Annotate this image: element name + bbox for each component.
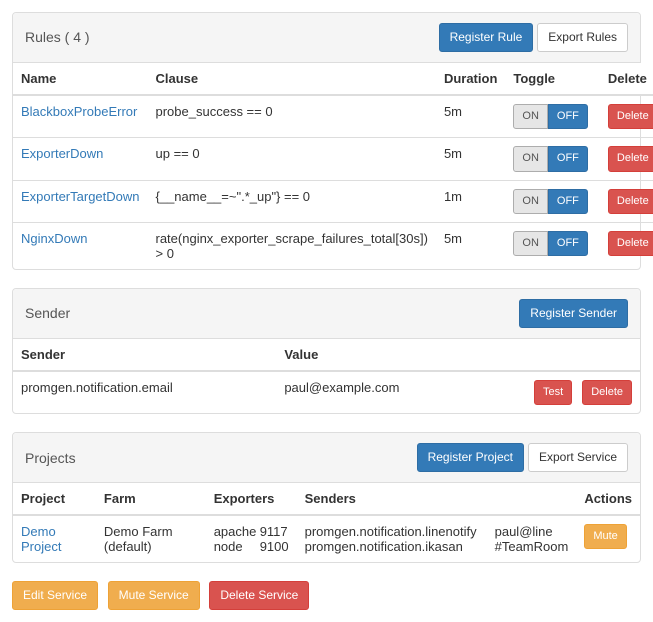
- toggle-off-button[interactable]: OFF: [548, 231, 588, 256]
- col-clause: Clause: [148, 63, 436, 95]
- rule-clause: up == 0: [148, 138, 436, 180]
- project-senders: promgen.notification.linenotifypaul@line…: [297, 515, 577, 562]
- rule-duration: 5m: [436, 95, 505, 138]
- toggle-on-button[interactable]: ON: [513, 146, 548, 171]
- rule-clause: probe_success == 0: [148, 95, 436, 138]
- toggle-off-button[interactable]: OFF: [548, 189, 588, 214]
- rules-table: Name Clause Duration Toggle Delete Black…: [13, 63, 653, 269]
- register-sender-button[interactable]: Register Sender: [519, 299, 628, 328]
- test-sender-button[interactable]: Test: [534, 380, 572, 405]
- table-row: ExporterTargetDown {__name__=~".*_up"} =…: [13, 180, 653, 222]
- service-footer-actions: Edit Service Mute Service Delete Service: [12, 581, 641, 610]
- project-sender-value: paul@line: [495, 524, 553, 539]
- exporter-name: apache: [214, 524, 258, 539]
- col-exporters: Exporters: [206, 483, 297, 515]
- delete-rule-button[interactable]: Delete: [608, 189, 653, 214]
- delete-rule-button[interactable]: Delete: [608, 146, 653, 171]
- delete-sender-button[interactable]: Delete: [582, 380, 632, 405]
- project-sender-value: #TeamRoom: [495, 539, 569, 554]
- export-service-button[interactable]: Export Service: [528, 443, 628, 472]
- project-sender-name: promgen.notification.linenotify: [305, 524, 495, 539]
- rule-clause: rate(nginx_exporter_scrape_failures_tota…: [148, 222, 436, 269]
- sender-value: paul@example.com: [276, 371, 490, 413]
- toggle-on-button[interactable]: ON: [513, 231, 548, 256]
- rule-name-link[interactable]: NginxDown: [21, 231, 87, 246]
- table-row: BlackboxProbeError probe_success == 0 5m…: [13, 95, 653, 138]
- sender-title: Sender: [25, 305, 70, 321]
- rule-name-link[interactable]: ExporterDown: [21, 146, 103, 161]
- project-link[interactable]: Demo Project: [21, 524, 61, 554]
- col-sender: Sender: [13, 339, 276, 371]
- sender-table: Sender Value promgen.notification.email …: [13, 339, 640, 413]
- sender-panel: Sender Register Sender Sender Value prom…: [12, 288, 641, 414]
- export-rules-button[interactable]: Export Rules: [537, 23, 628, 52]
- project-farm: Demo Farm (default): [96, 515, 206, 562]
- toggle-on-button[interactable]: ON: [513, 104, 548, 129]
- toggle-off-button[interactable]: OFF: [548, 146, 588, 171]
- edit-service-button[interactable]: Edit Service: [12, 581, 98, 610]
- rules-title: Rules ( 4 ): [25, 29, 90, 45]
- exporter-name: node: [214, 539, 258, 554]
- table-row: Demo Project Demo Farm (default) apache9…: [13, 515, 640, 562]
- rule-name-link[interactable]: ExporterTargetDown: [21, 189, 140, 204]
- col-actions: Actions: [576, 483, 640, 515]
- delete-rule-button[interactable]: Delete: [608, 104, 653, 129]
- register-rule-button[interactable]: Register Rule: [439, 23, 534, 52]
- mute-project-button[interactable]: Mute: [584, 524, 626, 549]
- col-value: Value: [276, 339, 640, 371]
- col-name: Name: [13, 63, 148, 95]
- col-toggle: Toggle: [505, 63, 600, 95]
- projects-title: Projects: [25, 450, 76, 466]
- projects-table: Project Farm Exporters Senders Actions D…: [13, 483, 640, 562]
- col-delete: Delete: [600, 63, 653, 95]
- sender-name: promgen.notification.email: [13, 371, 276, 413]
- table-row: promgen.notification.email paul@example.…: [13, 371, 640, 413]
- rule-duration: 5m: [436, 222, 505, 269]
- toggle-off-button[interactable]: OFF: [548, 104, 588, 129]
- col-duration: Duration: [436, 63, 505, 95]
- delete-service-button[interactable]: Delete Service: [209, 581, 309, 610]
- col-farm: Farm: [96, 483, 206, 515]
- mute-service-button[interactable]: Mute Service: [108, 581, 200, 610]
- col-senders: Senders: [297, 483, 577, 515]
- table-row: ExporterDown up == 0 5m ON OFF Delete: [13, 138, 653, 180]
- exporter-port: 9100: [260, 539, 289, 554]
- rule-clause: {__name__=~".*_up"} == 0: [148, 180, 436, 222]
- projects-heading: Projects Register Project Export Service: [13, 433, 640, 483]
- project-exporters: apache9117 node9100: [206, 515, 297, 562]
- exporter-port: 9117: [260, 524, 288, 539]
- register-project-button[interactable]: Register Project: [417, 443, 524, 472]
- rule-duration: 5m: [436, 138, 505, 180]
- rules-panel: Rules ( 4 ) Register Rule Export Rules N…: [12, 12, 641, 270]
- toggle-on-button[interactable]: ON: [513, 189, 548, 214]
- table-row: NginxDown rate(nginx_exporter_scrape_fai…: [13, 222, 653, 269]
- projects-panel: Projects Register Project Export Service…: [12, 432, 641, 563]
- sender-heading: Sender Register Sender: [13, 289, 640, 339]
- rule-name-link[interactable]: BlackboxProbeError: [21, 104, 137, 119]
- col-project: Project: [13, 483, 96, 515]
- rules-heading: Rules ( 4 ) Register Rule Export Rules: [13, 13, 640, 63]
- project-sender-name: promgen.notification.ikasan: [305, 539, 495, 554]
- delete-rule-button[interactable]: Delete: [608, 231, 653, 256]
- rule-duration: 1m: [436, 180, 505, 222]
